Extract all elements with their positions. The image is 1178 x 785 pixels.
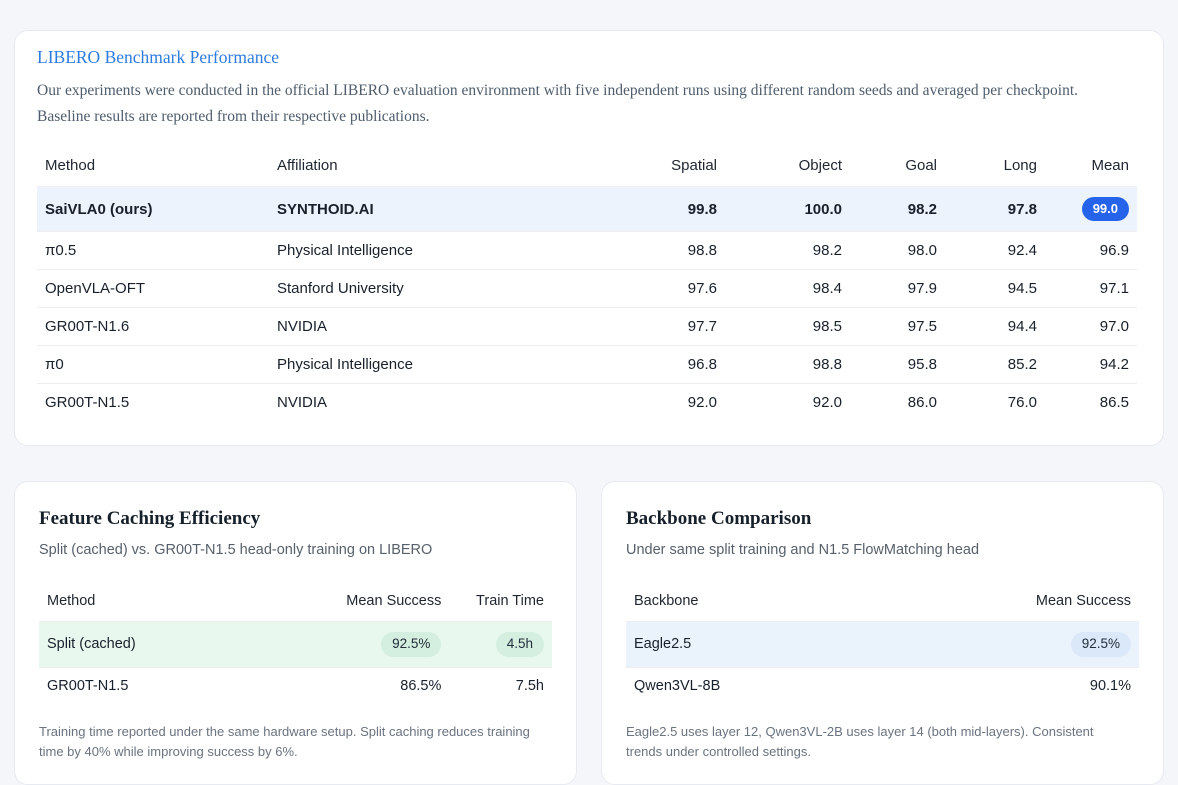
object-cell: 100.0 — [725, 187, 850, 232]
column-header-method: Method — [39, 584, 306, 622]
mean-success-badge: 92.5% — [381, 632, 441, 657]
page: LIBERO Benchmark Performance Our experim… — [0, 0, 1178, 785]
mean-cell: 97.0 — [1045, 308, 1137, 346]
caching-table-header-row: Method Mean Success Train Time — [39, 584, 552, 622]
caching-table: Method Mean Success Train Time Split (ca… — [39, 584, 552, 704]
goal-cell: 86.0 — [850, 384, 945, 422]
long-cell: 97.8 — [945, 187, 1045, 232]
method-cell: π0 — [37, 346, 269, 384]
goal-cell: 98.0 — [850, 232, 945, 270]
goal-cell: 95.8 — [850, 346, 945, 384]
backbone-comparison-card: Backbone Comparison Under same split tra… — [601, 481, 1164, 785]
train-time-badge: 4.5h — [496, 632, 544, 657]
object-cell: 98.8 — [725, 346, 850, 384]
column-header-mean-success: Mean Success — [934, 584, 1139, 622]
table-row-gr00t-n15: GR00T-N1.5 NVIDIA 92.0 92.0 86.0 76.0 86… — [37, 384, 1137, 422]
spatial-cell: 96.8 — [607, 346, 725, 384]
backbone-cell: Eagle2.5 — [626, 622, 934, 668]
mean-cell: 96.9 — [1045, 232, 1137, 270]
spatial-cell: 97.6 — [607, 270, 725, 308]
mean-cell: 99.0 — [1045, 187, 1137, 232]
table-row-openvla-oft: OpenVLA-OFT Stanford University 97.6 98.… — [37, 270, 1137, 308]
long-cell: 85.2 — [945, 346, 1045, 384]
goal-cell: 97.5 — [850, 308, 945, 346]
method-cell: Split (cached) — [39, 622, 306, 668]
table-row-pi0: π0 Physical Intelligence 96.8 98.8 95.8 … — [37, 346, 1137, 384]
method-cell: GR00T-N1.6 — [37, 308, 269, 346]
mean-score-badge: 99.0 — [1082, 197, 1129, 221]
backbone-card-subtitle: Under same split training and N1.5 FlowM… — [626, 542, 1139, 558]
affiliation-cell: NVIDIA — [269, 384, 607, 422]
method-cell: GR00T-N1.5 — [39, 667, 306, 704]
column-header-goal: Goal — [850, 148, 945, 187]
mean-success-cell: 92.5% — [306, 622, 450, 668]
column-header-train-time: Train Time — [449, 584, 552, 622]
libero-card-description: Our experiments were conducted in the of… — [37, 78, 1097, 130]
column-header-spatial: Spatial — [607, 148, 725, 187]
mean-success-cell: 86.5% — [306, 667, 450, 704]
libero-benchmark-card: LIBERO Benchmark Performance Our experim… — [14, 30, 1164, 446]
spatial-cell: 97.7 — [607, 308, 725, 346]
column-header-long: Long — [945, 148, 1045, 187]
table-row-split-cached: Split (cached) 92.5% 4.5h — [39, 622, 552, 668]
affiliation-cell: NVIDIA — [269, 308, 607, 346]
table-row-saivla0-ours: SaiVLA0 (ours) SYNTHOID.AI 99.8 100.0 98… — [37, 187, 1137, 232]
goal-cell: 97.9 — [850, 270, 945, 308]
column-header-mean-success: Mean Success — [306, 584, 450, 622]
table-row-gr00t-n15: GR00T-N1.5 86.5% 7.5h — [39, 667, 552, 704]
mean-success-cell: 90.1% — [934, 667, 1139, 704]
affiliation-cell: Physical Intelligence — [269, 232, 607, 270]
spatial-cell: 92.0 — [607, 384, 725, 422]
spatial-cell: 98.8 — [607, 232, 725, 270]
mean-cell: 94.2 — [1045, 346, 1137, 384]
column-header-method: Method — [37, 148, 269, 187]
affiliation-cell: Physical Intelligence — [269, 346, 607, 384]
affiliation-cell: Stanford University — [269, 270, 607, 308]
mean-cell: 86.5 — [1045, 384, 1137, 422]
column-header-mean: Mean — [1045, 148, 1137, 187]
caching-card-subtitle: Split (cached) vs. GR00T-N1.5 head-only … — [39, 542, 552, 558]
mean-success-badge: 92.5% — [1071, 632, 1131, 657]
table-row-pi05: π0.5 Physical Intelligence 98.8 98.2 98.… — [37, 232, 1137, 270]
object-cell: 98.4 — [725, 270, 850, 308]
caching-footnote: Training time reported under the same ha… — [39, 722, 539, 762]
train-time-cell: 7.5h — [449, 667, 552, 704]
spatial-cell: 99.8 — [607, 187, 725, 232]
backbone-cell: Qwen3VL-8B — [626, 667, 934, 704]
libero-table-header-row: Method Affiliation Spatial Object Goal L… — [37, 148, 1137, 187]
long-cell: 76.0 — [945, 384, 1045, 422]
method-cell: OpenVLA-OFT — [37, 270, 269, 308]
backbone-card-title: Backbone Comparison — [626, 508, 1139, 530]
backbone-footnote: Eagle2.5 uses layer 12, Qwen3VL-2B uses … — [626, 722, 1126, 762]
backbone-table-header-row: Backbone Mean Success — [626, 584, 1139, 622]
affiliation-cell: SYNTHOID.AI — [269, 187, 607, 232]
goal-cell: 98.2 — [850, 187, 945, 232]
table-row-eagle25: Eagle2.5 92.5% — [626, 622, 1139, 668]
libero-card-title: LIBERO Benchmark Performance — [37, 47, 1137, 68]
feature-caching-card: Feature Caching Efficiency Split (cached… — [14, 481, 577, 785]
object-cell: 92.0 — [725, 384, 850, 422]
backbone-table: Backbone Mean Success Eagle2.5 92.5% Qwe… — [626, 584, 1139, 704]
table-row-qwen3vl-8b: Qwen3VL-8B 90.1% — [626, 667, 1139, 704]
column-header-affiliation: Affiliation — [269, 148, 607, 187]
method-cell: π0.5 — [37, 232, 269, 270]
method-cell: SaiVLA0 (ours) — [37, 187, 269, 232]
long-cell: 94.5 — [945, 270, 1045, 308]
mean-success-cell: 92.5% — [934, 622, 1139, 668]
train-time-cell: 4.5h — [449, 622, 552, 668]
column-header-object: Object — [725, 148, 850, 187]
libero-results-table: Method Affiliation Spatial Object Goal L… — [37, 148, 1137, 421]
object-cell: 98.2 — [725, 232, 850, 270]
mean-cell: 97.1 — [1045, 270, 1137, 308]
table-row-gr00t-n16: GR00T-N1.6 NVIDIA 97.7 98.5 97.5 94.4 97… — [37, 308, 1137, 346]
long-cell: 94.4 — [945, 308, 1045, 346]
caching-card-title: Feature Caching Efficiency — [39, 508, 552, 530]
long-cell: 92.4 — [945, 232, 1045, 270]
column-header-backbone: Backbone — [626, 584, 934, 622]
bottom-cards-row: Feature Caching Efficiency Split (cached… — [14, 481, 1164, 785]
method-cell: GR00T-N1.5 — [37, 384, 269, 422]
object-cell: 98.5 — [725, 308, 850, 346]
